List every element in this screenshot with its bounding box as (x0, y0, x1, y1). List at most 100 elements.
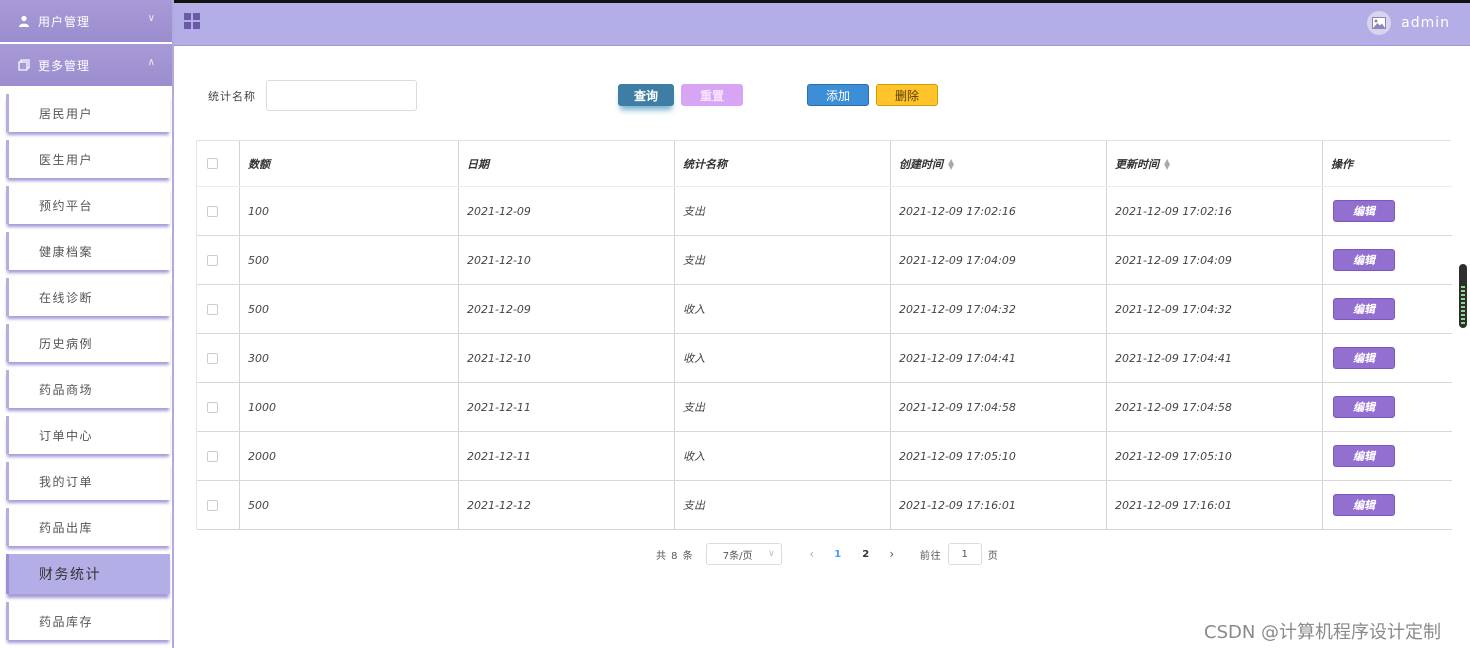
top-header: admin (174, 3, 1470, 46)
reset-button[interactable]: 重置 (681, 84, 743, 106)
table-row: 500 2021-12-09 收入 2021-12-09 17:04:32 2021-1… (197, 285, 1452, 334)
edit-button[interactable]: 编辑 (1333, 298, 1395, 320)
avatar[interactable] (1367, 11, 1392, 35)
cell-date: 2021-12-10 (459, 334, 675, 382)
table-row: 300 2021-12-10 收入 2021-12-09 17:04:41 2021-1… (197, 334, 1452, 383)
sidebar-item-health-records[interactable]: 健康档案 (6, 232, 170, 270)
sidebar-item-my-orders[interactable]: 我的订单 (6, 462, 170, 500)
sidebar-item-order-center[interactable]: 订单中心 (6, 416, 170, 454)
row-checkbox[interactable] (207, 352, 218, 364)
goto-page-input[interactable]: 1 (947, 543, 982, 565)
cell-date: 2021-12-11 (459, 383, 675, 431)
delete-button[interactable]: 删除 (876, 84, 938, 106)
row-checkbox-cell (197, 432, 240, 480)
select-all-checkbox[interactable] (207, 158, 218, 169)
page-size-value: 7条/页 (722, 550, 753, 562)
row-checkbox[interactable] (207, 401, 218, 413)
row-checkbox[interactable] (207, 303, 218, 315)
cell-date: 2021-12-12 (459, 481, 675, 529)
page-unit-label: 页 (987, 550, 998, 562)
sidebar-item-online-diagnosis[interactable]: 在线诊断 (6, 278, 170, 316)
username[interactable]: admin (1401, 15, 1450, 31)
edit-button[interactable]: 编辑 (1333, 445, 1395, 467)
column-header-created[interactable]: 创建时间 ▲ ▼ (891, 141, 1107, 186)
sidebar-item-drug-inventory[interactable]: 药品库存 (6, 602, 170, 640)
sidebar-item-drug-outbound[interactable]: 药品出库 (6, 508, 170, 546)
row-checkbox[interactable] (207, 254, 218, 266)
sidebar-item-residents[interactable]: 居民用户 (6, 94, 170, 132)
sidebar-item-label: 在线诊断 (39, 290, 94, 305)
row-checkbox[interactable] (207, 450, 218, 462)
stat-name-input[interactable] (266, 80, 417, 111)
cell-amount: 500 (240, 285, 459, 333)
sidebar-item-drug-mall[interactable]: 药品商场 (6, 370, 170, 408)
edit-button[interactable]: 编辑 (1333, 249, 1395, 271)
cell-actions: 编辑 (1323, 236, 1452, 284)
sidebar-item-label: 药品库存 (39, 614, 94, 629)
user-icon (19, 15, 29, 27)
column-header-updated[interactable]: 更新时间 ▲ ▼ (1107, 141, 1323, 186)
sidebar-item-label: 药品商场 (39, 382, 94, 397)
sidebar-item-history-cases[interactable]: 历史病例 (6, 324, 170, 362)
sidebar-item-finance-stats[interactable]: 财务统计 (6, 554, 170, 594)
cell-actions: 编辑 (1323, 481, 1452, 529)
user-menu[interactable]: admin (1367, 11, 1450, 35)
cell-updated: 2021-12-09 17:04:41 (1107, 334, 1323, 382)
cell-stat-name: 支出 (675, 236, 891, 284)
cell-created: 2021-12-09 17:04:32 (891, 285, 1107, 333)
cell-actions: 编辑 (1323, 285, 1452, 333)
page-size-select[interactable]: 7条/页 ∨ (705, 543, 782, 565)
sort-icon[interactable]: ▲ ▼ (948, 157, 954, 170)
row-checkbox-cell (197, 334, 240, 382)
sidebar-item-doctors[interactable]: 医生用户 (6, 140, 170, 178)
table-row: 500 2021-12-12 支出 2021-12-09 17:16:01 2021-1… (197, 481, 1452, 530)
add-button[interactable]: 添加 (807, 84, 869, 106)
cell-updated: 2021-12-09 17:02:16 (1107, 187, 1323, 235)
cell-stat-name: 收入 (675, 285, 891, 333)
cell-stat-name: 收入 (675, 334, 891, 382)
pagination: 共 8 条 7条/页 ∨ ‹ 1 2 › 前往 1 页 (656, 542, 998, 566)
column-header-stat-name: 统计名称 (675, 141, 891, 186)
edit-button[interactable]: 编辑 (1333, 494, 1395, 516)
sidebar-group-more-management[interactable]: 更多管理 ∧ (0, 44, 172, 86)
query-button[interactable]: 查询 (618, 84, 674, 106)
next-page-icon[interactable]: › (880, 547, 904, 561)
cell-stat-name: 支出 (675, 383, 891, 431)
finance-stats-table: 数额 日期 统计名称 创建时间 ▲ ▼ 更新时间 ▲ ▼ 操作 100 2021-12-0… (196, 140, 1452, 530)
prev-page-icon[interactable]: ‹ (800, 547, 824, 561)
sidebar-item-appointments[interactable]: 预约平台 (6, 186, 170, 224)
copy-icon (18, 59, 30, 71)
cell-updated: 2021-12-09 17:16:01 (1107, 481, 1323, 529)
table-row: 1000 2021-12-11 支出 2021-12-09 17:04:58 2021-… (197, 383, 1452, 432)
row-checkbox[interactable] (207, 205, 218, 217)
sidebar-group-label: 更多管理 (38, 58, 91, 73)
sidebar-group-label: 用户管理 (38, 14, 91, 29)
row-checkbox-cell (197, 481, 240, 529)
sidebar-item-label: 居民用户 (39, 106, 94, 121)
search-label: 统计名称 (208, 90, 256, 103)
watermark-text: CSDN @计算机程序设计定制 (1204, 622, 1442, 643)
edit-button[interactable]: 编辑 (1333, 200, 1395, 222)
edit-button[interactable]: 编辑 (1333, 347, 1395, 369)
cell-amount: 100 (240, 187, 459, 235)
edit-button[interactable]: 编辑 (1333, 396, 1395, 418)
page-number-1[interactable]: 1 (824, 549, 852, 560)
cell-date: 2021-12-09 (459, 187, 675, 235)
cell-actions: 编辑 (1323, 383, 1452, 431)
sort-icon[interactable]: ▲ ▼ (1164, 157, 1170, 170)
cell-updated: 2021-12-09 17:05:10 (1107, 432, 1323, 480)
page-scrollbar[interactable] (1459, 264, 1467, 328)
sidebar-item-label: 医生用户 (39, 152, 94, 167)
row-checkbox[interactable] (207, 499, 218, 511)
grid-icon[interactable] (184, 13, 200, 29)
image-icon (1372, 17, 1387, 29)
cell-actions: 编辑 (1323, 432, 1452, 480)
chevron-down-icon[interactable]: ∨ (148, 13, 156, 24)
chevron-up-icon[interactable]: ∧ (148, 57, 156, 68)
cell-date: 2021-12-10 (459, 236, 675, 284)
sidebar-group-user-management[interactable]: 用户管理 ∨ (0, 0, 172, 42)
cell-created: 2021-12-09 17:04:58 (891, 383, 1107, 431)
cell-updated: 2021-12-09 17:04:32 (1107, 285, 1323, 333)
page-number-2[interactable]: 2 (852, 549, 880, 560)
cell-date: 2021-12-11 (459, 432, 675, 480)
